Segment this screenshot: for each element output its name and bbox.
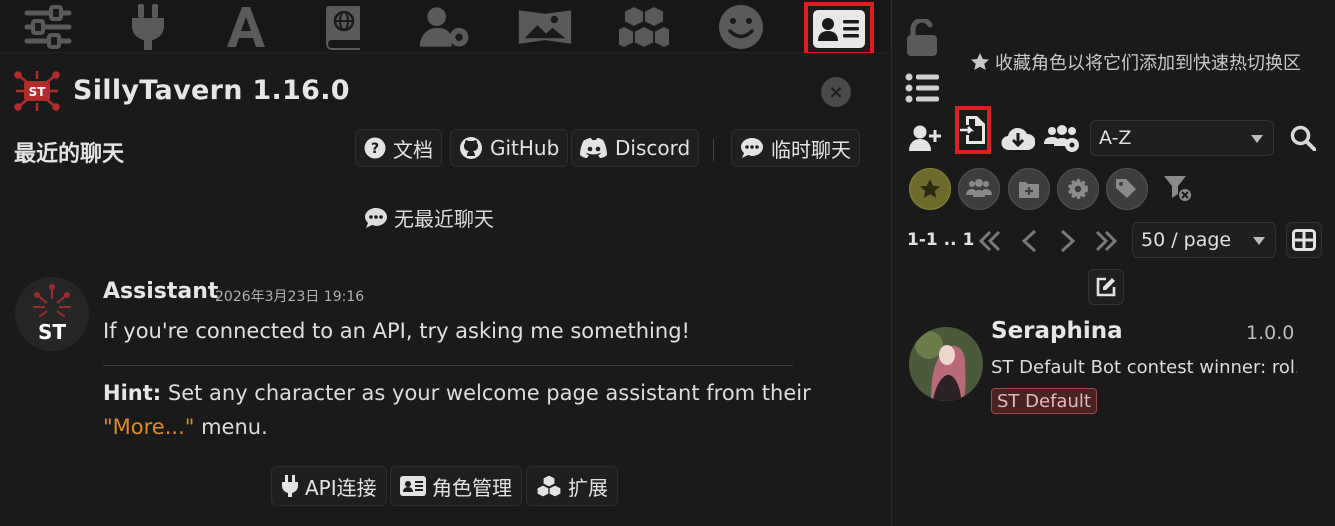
app-title: SillyTavern 1.16.0 [73,75,350,106]
comment-dots-icon [741,138,763,158]
character-management-button[interactable]: 角色管理 [390,466,522,506]
grid-view-icon[interactable] [1286,222,1322,258]
favorites-hint: 收藏角色以将它们添加到快速热切换区 [970,49,1301,75]
extensions-label: 扩展 [568,475,608,500]
github-link-label: GitHub [490,136,560,160]
api-connection-button[interactable]: API连接 [271,466,387,506]
list-view-icon[interactable] [904,70,940,106]
chevron-down-icon [1251,135,1263,143]
lock-panel-icon[interactable] [904,18,940,58]
message-text: If you're connected to an API, try askin… [103,319,690,343]
hint-text: Hint: Set any character as your welcome … [103,376,823,444]
chevron-down-icon [1253,237,1265,245]
hint-label: Hint: [103,381,162,405]
character-panel: 收藏角色以将它们添加到快速热切换区 A-Z 1-1 .. 1 50 / page… [891,0,1335,526]
recent-chats-title: 最近的聊天 [14,142,125,167]
search-icon[interactable] [1285,120,1321,156]
pagination-info: 1-1 .. 1 [907,230,975,250]
character-management-label: 角色管理 [432,475,512,500]
svg-text:ST: ST [38,320,66,344]
first-page-icon[interactable] [975,226,1005,256]
temp-chat-button[interactable]: 临时聊天 [731,129,860,167]
svg-text:?: ? [371,141,379,157]
character-description: ST Default Bot contest winner: rol... [991,357,1297,378]
character-name: Seraphina [991,318,1123,344]
user-gear-icon[interactable] [418,4,474,50]
last-page-icon[interactable] [1091,226,1121,256]
link-separator [713,139,714,161]
temp-chat-label: 临时聊天 [771,137,851,162]
favorites-hint-label: 收藏角色以将它们添加到快速热切换区 [995,53,1301,74]
next-page-icon[interactable] [1052,226,1082,256]
filter-groups-button[interactable] [958,168,1000,210]
comment-dots-icon [365,207,387,228]
filter-favorites-button[interactable] [909,168,951,210]
discord-link-label: Discord [615,136,691,160]
address-card-icon[interactable] [804,2,874,56]
page-size-value: 50 / page [1141,229,1232,251]
character-tag[interactable]: ST Default [991,388,1097,414]
users-gear-icon[interactable] [1044,120,1080,156]
font-icon[interactable] [218,4,274,50]
discord-icon [580,138,607,158]
tags-icon [1116,179,1136,198]
users-icon [966,179,992,197]
no-recent-chats-label: 无最近聊天 [394,207,494,231]
character-avatar[interactable] [909,327,983,401]
close-icon: × [828,81,844,103]
plug-icon[interactable] [120,4,176,50]
top-navigation-bar [0,0,890,56]
github-icon [460,137,482,159]
import-character-icon[interactable] [955,106,991,154]
hint-tail: menu. [201,415,268,439]
book-atlas-icon[interactable] [316,4,372,50]
message-timestamp: 2026年3月23日 19:16 [215,289,365,305]
cubes-icon [536,474,562,498]
prev-page-icon[interactable] [1015,226,1045,256]
filter-tags-button[interactable] [1106,168,1148,210]
filter-settings-button[interactable] [1057,168,1099,210]
docs-link[interactable]: ? 文档 [355,129,442,167]
sort-select-value: A-Z [1099,127,1132,149]
sliders-icon[interactable] [20,4,76,50]
docs-link-label: 文档 [393,137,433,162]
create-character-icon[interactable] [907,120,943,156]
cubes-icon[interactable] [616,4,672,50]
filter-folder-button[interactable] [1008,168,1050,210]
welcome-panel: ST SillyTavern 1.16.0 × 最近的聊天 ? 文档 GitHu… [0,53,890,526]
app-logo: ST [14,69,60,113]
message-author: Assistant [103,279,219,304]
svg-text:ST: ST [29,85,47,99]
hint-body: Set any character as your welcome page a… [167,381,811,405]
bulk-edit-icon[interactable] [1088,269,1124,305]
clear-filters-icon[interactable] [1160,170,1196,206]
question-circle-icon: ? [364,137,386,159]
star-icon [920,179,940,198]
character-version: 1.0.0 [1246,322,1295,344]
page-size-select[interactable]: 50 / page [1132,222,1276,258]
github-link[interactable]: GitHub [450,129,569,167]
folder-plus-icon [1019,182,1039,198]
discord-link[interactable]: Discord [571,129,700,167]
more-menu-link[interactable]: "More..." [103,415,194,439]
divider [103,365,793,366]
no-recent-chats: 无最近聊天 [364,203,494,232]
panorama-icon[interactable] [517,4,573,50]
smiley-icon[interactable] [713,4,769,50]
plug-icon [282,475,298,497]
star-icon [971,53,989,70]
extensions-button[interactable]: 扩展 [526,466,618,506]
api-connection-label: API连接 [305,475,377,500]
close-welcome-button[interactable]: × [821,77,851,107]
avatar[interactable]: ST [15,277,89,351]
gear-icon [1068,179,1088,199]
address-card-icon [400,476,426,496]
sort-select[interactable]: A-Z [1090,120,1274,156]
cloud-download-icon[interactable] [1000,120,1036,156]
